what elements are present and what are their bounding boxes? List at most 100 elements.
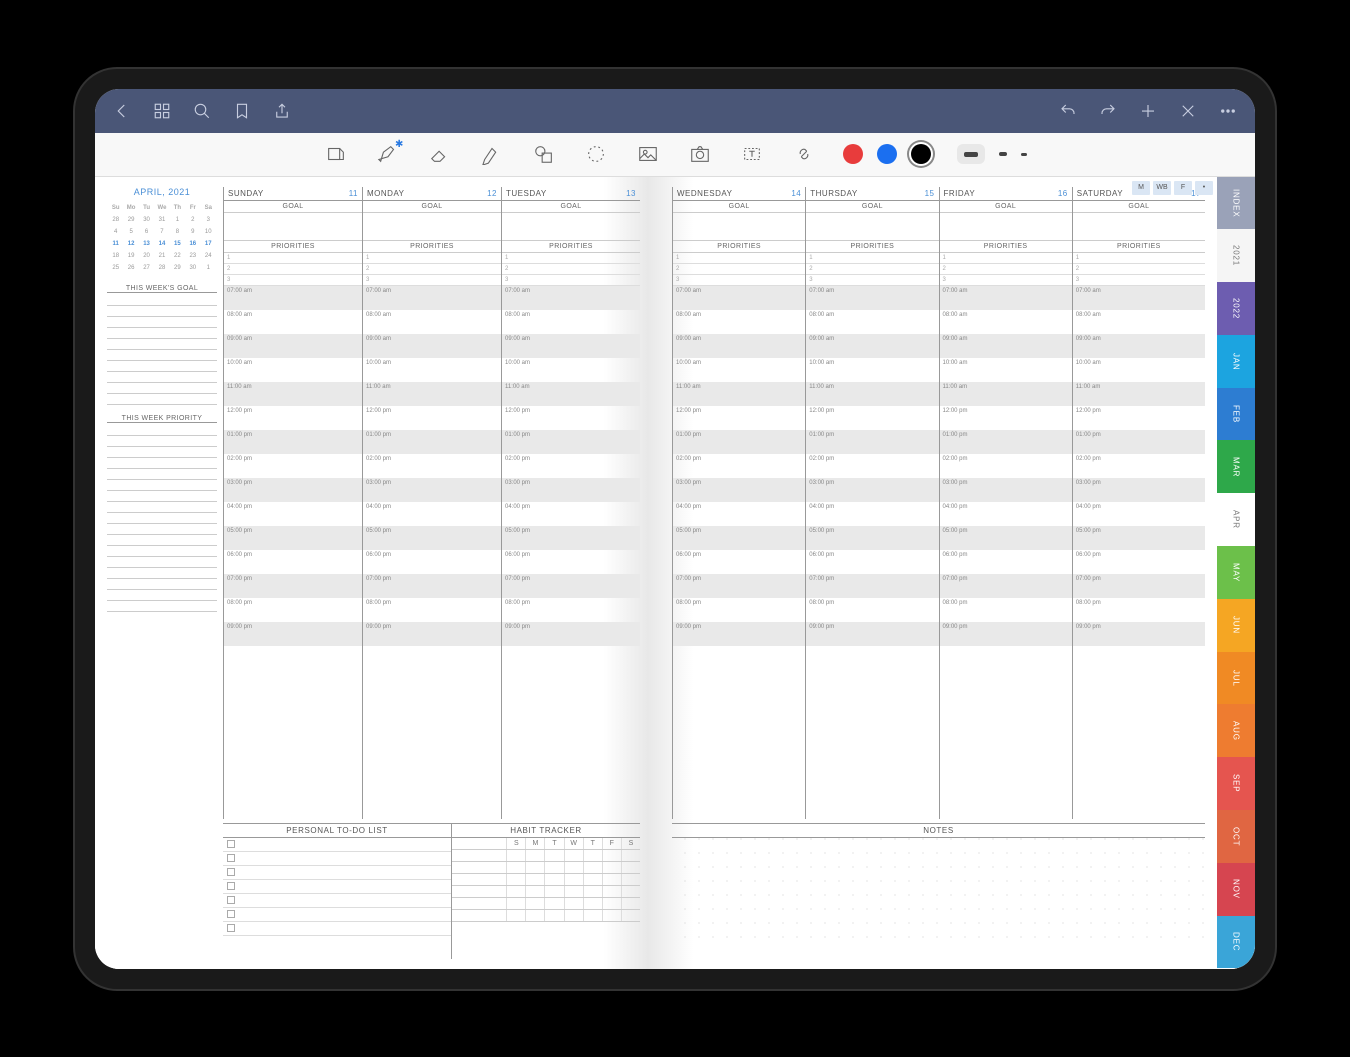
todo-row[interactable] — [223, 894, 451, 908]
eraser-tool-icon[interactable] — [427, 141, 453, 167]
time-slot[interactable]: 03:00 pm — [673, 478, 805, 502]
time-slot[interactable]: 07:00 pm — [673, 574, 805, 598]
side-tab[interactable]: JUN — [1217, 599, 1255, 652]
time-slot[interactable]: 03:00 pm — [363, 478, 501, 502]
time-slot[interactable]: 01:00 pm — [673, 430, 805, 454]
time-slot[interactable]: 09:00 pm — [502, 622, 640, 646]
time-slot[interactable]: 07:00 am — [224, 286, 362, 310]
time-slot[interactable]: 10:00 am — [363, 358, 501, 382]
close-icon[interactable] — [1179, 102, 1197, 120]
checkbox-icon[interactable] — [227, 840, 235, 848]
time-slot[interactable]: 09:00 am — [1073, 334, 1205, 358]
day-column[interactable]: SUNDAY11GOALPRIORITIES12307:00 am08:00 a… — [223, 187, 362, 819]
time-slot[interactable]: 11:00 am — [806, 382, 938, 406]
side-tab[interactable]: MAY — [1217, 546, 1255, 599]
time-slot[interactable]: 03:00 pm — [224, 478, 362, 502]
undo-icon[interactable] — [1059, 102, 1077, 120]
shapes-tool-icon[interactable] — [531, 141, 557, 167]
time-slot[interactable]: 01:00 pm — [806, 430, 938, 454]
share-icon[interactable] — [273, 102, 291, 120]
time-slot[interactable]: 10:00 am — [224, 358, 362, 382]
stroke-width-option[interactable] — [999, 152, 1007, 156]
time-slot[interactable]: 11:00 am — [1073, 382, 1205, 406]
time-slot[interactable]: 05:00 pm — [502, 526, 640, 550]
time-slot[interactable]: 07:00 am — [673, 286, 805, 310]
time-slot[interactable]: 04:00 pm — [1073, 502, 1205, 526]
time-slot[interactable]: 09:00 pm — [224, 622, 362, 646]
todo-row[interactable] — [223, 908, 451, 922]
side-tab[interactable]: APR — [1217, 493, 1255, 546]
side-tab[interactable]: JAN — [1217, 335, 1255, 388]
day-column[interactable]: WEDNESDAY14GOALPRIORITIES12307:00 am08:0… — [672, 187, 805, 819]
time-slot[interactable]: 02:00 pm — [224, 454, 362, 478]
time-slot[interactable]: 09:00 am — [224, 334, 362, 358]
time-slot[interactable]: 08:00 am — [806, 310, 938, 334]
time-slot[interactable]: 12:00 pm — [363, 406, 501, 430]
add-icon[interactable] — [1139, 102, 1157, 120]
time-slot[interactable]: 08:00 pm — [1073, 598, 1205, 622]
time-slot[interactable]: 03:00 pm — [502, 478, 640, 502]
text-tool-icon[interactable] — [739, 141, 765, 167]
time-slot[interactable]: 01:00 pm — [224, 430, 362, 454]
time-slot[interactable]: 04:00 pm — [224, 502, 362, 526]
time-slot[interactable]: 07:00 pm — [806, 574, 938, 598]
time-slot[interactable]: 07:00 am — [502, 286, 640, 310]
time-slot[interactable]: 02:00 pm — [673, 454, 805, 478]
time-slot[interactable]: 08:00 am — [673, 310, 805, 334]
checkbox-icon[interactable] — [227, 910, 235, 918]
time-slot[interactable]: 02:00 pm — [363, 454, 501, 478]
time-slot[interactable]: 08:00 pm — [940, 598, 1072, 622]
side-tab[interactable]: AUG — [1217, 704, 1255, 757]
link-tool-icon[interactable] — [791, 141, 817, 167]
time-slot[interactable]: 07:00 am — [806, 286, 938, 310]
side-tab[interactable]: 2021 — [1217, 229, 1255, 282]
time-slot[interactable]: 02:00 pm — [502, 454, 640, 478]
bookmark-icon[interactable] — [233, 102, 251, 120]
redo-icon[interactable] — [1099, 102, 1117, 120]
side-tab[interactable]: OCT — [1217, 810, 1255, 863]
time-slot[interactable]: 11:00 am — [224, 382, 362, 406]
time-slot[interactable]: 08:00 pm — [363, 598, 501, 622]
time-slot[interactable]: 05:00 pm — [940, 526, 1072, 550]
time-slot[interactable]: 11:00 am — [673, 382, 805, 406]
more-icon[interactable] — [1219, 102, 1237, 120]
todo-row[interactable] — [223, 852, 451, 866]
time-slot[interactable]: 09:00 am — [502, 334, 640, 358]
time-slot[interactable]: 08:00 am — [502, 310, 640, 334]
time-slot[interactable]: 07:00 pm — [502, 574, 640, 598]
time-slot[interactable]: 04:00 pm — [673, 502, 805, 526]
time-slot[interactable]: 06:00 pm — [673, 550, 805, 574]
time-slot[interactable]: 09:00 am — [673, 334, 805, 358]
side-tab[interactable]: MAR — [1217, 440, 1255, 493]
time-slot[interactable]: 04:00 pm — [363, 502, 501, 526]
notes-dotgrid[interactable] — [672, 838, 1205, 948]
camera-tool-icon[interactable] — [687, 141, 713, 167]
time-slot[interactable]: 09:00 am — [363, 334, 501, 358]
search-icon[interactable] — [193, 102, 211, 120]
time-slot[interactable]: 06:00 pm — [806, 550, 938, 574]
time-slot[interactable]: 08:00 am — [363, 310, 501, 334]
time-slot[interactable]: 12:00 pm — [224, 406, 362, 430]
image-tool-icon[interactable] — [635, 141, 661, 167]
time-slot[interactable]: 09:00 pm — [673, 622, 805, 646]
time-slot[interactable]: 10:00 am — [1073, 358, 1205, 382]
time-slot[interactable]: 06:00 pm — [363, 550, 501, 574]
time-slot[interactable]: 02:00 pm — [1073, 454, 1205, 478]
time-slot[interactable]: 09:00 am — [940, 334, 1072, 358]
todo-row[interactable] — [223, 922, 451, 936]
checkbox-icon[interactable] — [227, 896, 235, 904]
day-column[interactable]: THURSDAY15GOALPRIORITIES12307:00 am08:00… — [805, 187, 938, 819]
time-slot[interactable]: 01:00 pm — [502, 430, 640, 454]
checkbox-icon[interactable] — [227, 882, 235, 890]
time-slot[interactable]: 07:00 pm — [363, 574, 501, 598]
back-icon[interactable] — [113, 102, 131, 120]
view-button[interactable]: F — [1174, 181, 1192, 195]
view-button[interactable]: M — [1132, 181, 1150, 195]
checkbox-icon[interactable] — [227, 924, 235, 932]
time-slot[interactable]: 09:00 pm — [940, 622, 1072, 646]
time-slot[interactable]: 05:00 pm — [363, 526, 501, 550]
time-slot[interactable]: 10:00 am — [673, 358, 805, 382]
time-slot[interactable]: 01:00 pm — [1073, 430, 1205, 454]
stroke-width-option[interactable] — [957, 144, 985, 164]
time-slot[interactable]: 11:00 am — [502, 382, 640, 406]
